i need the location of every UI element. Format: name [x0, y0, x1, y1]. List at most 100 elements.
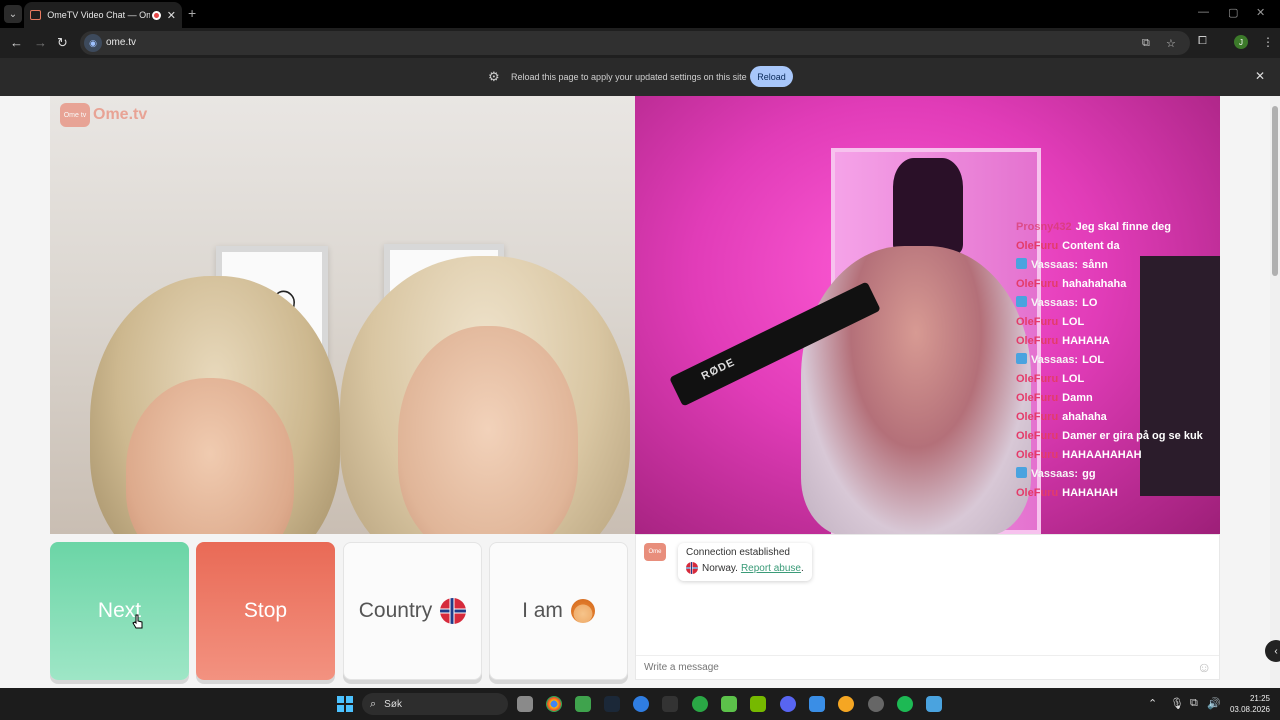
clock-date: 03.08.2026	[1229, 705, 1270, 714]
tab-close-button[interactable]: ✕	[167, 9, 176, 22]
next-button[interactable]: Next	[50, 542, 189, 680]
start-button-icon[interactable]	[337, 696, 353, 712]
streamer-figure	[801, 246, 1031, 534]
taskbar-search[interactable]: ⌕ Søk	[362, 693, 508, 715]
microphone-icon[interactable]: 🎙	[1170, 697, 1184, 710]
stream-chat-text: LOL	[1062, 373, 1085, 385]
steam-icon[interactable]	[604, 696, 620, 712]
browser-menu-icon[interactable]: ⋮	[1262, 35, 1274, 49]
network-icon[interactable]: ⧉	[1190, 697, 1198, 710]
emoji-picker-icon[interactable]: ☺	[1197, 659, 1211, 675]
obs-icon[interactable]	[868, 696, 884, 712]
stream-chat-overlay: Prosny432 Jeg skal finne deg OleFuru Conten…	[1016, 220, 1212, 505]
browser-tab[interactable]: OmeTV Video Chat — Ome ✕	[24, 2, 182, 28]
app-lightblue-icon[interactable]	[926, 696, 942, 712]
infobar-close-button[interactable]: ✕	[1255, 69, 1265, 83]
windows-taskbar: ⌕ Søk ⌃ 🎙 ⧉ 🔊 21:25 03.08.2026	[0, 688, 1280, 720]
new-tab-button[interactable]: +	[188, 5, 196, 21]
scrollbar-thumb[interactable]	[1272, 106, 1278, 276]
capcut-icon[interactable]	[662, 696, 678, 712]
discord-icon[interactable]	[780, 696, 796, 712]
stop-button[interactable]: Stop	[196, 542, 335, 680]
task-view-icon[interactable]	[517, 696, 533, 712]
stream-chat-line: Vassaas: gg	[1016, 467, 1212, 481]
close-window-button[interactable]: ✕	[1256, 6, 1265, 19]
message-input[interactable]	[636, 655, 1219, 679]
stream-chat-line: OleFuru LOL	[1016, 372, 1212, 386]
url-text[interactable]: ome.tv	[106, 37, 136, 48]
tray-chevron-icon[interactable]: ⌃	[1148, 697, 1157, 710]
stream-chat-username: OleFuru	[1016, 449, 1059, 461]
omnibox[interactable]: ◉ ome.tv ⧉ ☆	[80, 31, 1190, 55]
photos-icon[interactable]	[809, 696, 825, 712]
stream-chat-username: Prosny432	[1016, 221, 1072, 233]
gender-button[interactable]: I am	[489, 542, 628, 680]
stream-chat-username: OleFuru	[1016, 430, 1059, 442]
country-button[interactable]: Country	[343, 542, 482, 680]
ometv-favicon-icon	[30, 10, 42, 20]
app-blue-icon[interactable]	[633, 696, 649, 712]
stream-chat-text: HAHAHAH	[1062, 487, 1118, 499]
chat-panel: Ome Connection established Norway. Repor…	[635, 534, 1220, 680]
volume-icon[interactable]: 🔊	[1207, 697, 1221, 710]
tab-search-button[interactable]: ⌄	[4, 5, 22, 23]
nvidia-icon[interactable]	[750, 696, 766, 712]
stream-chat-line: OleFuru Content da	[1016, 239, 1212, 253]
boy-emoji-icon	[570, 599, 595, 623]
stream-chat-username: OleFuru	[1016, 392, 1059, 404]
stream-chat-line: OleFuru Damer er gira på og se kuk	[1016, 429, 1212, 443]
minecraft-icon[interactable]	[575, 696, 591, 712]
bookmark-star-icon[interactable]: ☆	[1166, 37, 1176, 50]
app-lime-icon[interactable]	[721, 696, 737, 712]
minimize-button[interactable]: —	[1198, 6, 1209, 18]
stream-chat-line: OleFuru hahahahaha	[1016, 277, 1212, 291]
site-info-icon[interactable]: ◉	[84, 34, 102, 52]
stream-chat-line: Vassaas: sånn	[1016, 258, 1212, 272]
stream-chat-text: Content da	[1062, 240, 1120, 252]
stream-chat-line: OleFuru HAHAHAH	[1016, 486, 1212, 500]
forward-icon[interactable]: →	[34, 35, 47, 50]
spotify-icon[interactable]	[897, 696, 913, 712]
norway-flag-icon	[440, 598, 467, 624]
ometv-chat-avatar-icon: Ome	[644, 543, 666, 561]
mic-brand-label: RØDE	[699, 356, 738, 383]
stream-chat-text: gg	[1082, 468, 1096, 480]
norway-flag-small-icon	[686, 562, 698, 574]
stream-chat-text: ahahaha	[1062, 411, 1107, 423]
stream-chat-text: LO	[1082, 297, 1098, 309]
back-icon[interactable]: ←	[10, 35, 23, 50]
stop-button-label: Stop	[243, 599, 288, 622]
app-green-icon[interactable]	[692, 696, 708, 712]
stream-chat-line: Vassaas: LO	[1016, 296, 1212, 310]
ometv-logo: Ome tv Ome.tv	[60, 103, 147, 127]
app-orange-icon[interactable]	[838, 696, 854, 712]
stream-chat-username: OleFuru	[1016, 278, 1059, 290]
profile-avatar[interactable]: J	[1234, 35, 1248, 49]
side-panel-toggle-icon[interactable]: ‹	[1265, 640, 1280, 662]
system-clock[interactable]: 21:25 03.08.2026	[1226, 693, 1270, 715]
stream-chat-line: OleFuru HAHAAHAHAH	[1016, 448, 1212, 462]
stream-chat-username: OleFuru	[1016, 487, 1059, 499]
refresh-icon[interactable]: ↻	[57, 35, 68, 51]
connection-message: Connection established Norway. Report ab…	[678, 543, 812, 581]
infobar-message: Reload this page to apply your updated s…	[511, 72, 747, 82]
stream-chat-username: OleFuru	[1016, 411, 1059, 423]
report-abuse-link[interactable]: Report abuse	[741, 563, 801, 574]
reload-button[interactable]: Reload	[750, 66, 793, 87]
stream-chat-username: Vassaas:	[1031, 468, 1079, 480]
connection-status-text: Connection established	[686, 547, 790, 558]
stream-chat-text: hahahahaha	[1062, 278, 1127, 290]
maximize-button[interactable]: ▢	[1228, 6, 1238, 19]
stream-chat-text: Damn	[1062, 392, 1093, 404]
page-scrollbar[interactable]	[1270, 96, 1280, 688]
stream-chat-text: LOL	[1062, 316, 1085, 328]
stream-chat-line: Vassaas: LOL	[1016, 353, 1212, 367]
stream-chat-text: Jeg skal finne deg	[1075, 221, 1172, 233]
install-app-icon[interactable]: ⧉	[1142, 37, 1150, 50]
figure-silhouette	[893, 158, 963, 254]
mod-badge-icon	[1016, 258, 1027, 269]
chrome-icon[interactable]	[546, 696, 562, 712]
ometv-logo-text: Ome.tv	[93, 106, 148, 123]
mod-badge-icon	[1016, 353, 1027, 364]
extensions-icon[interactable]: ⧠	[1198, 35, 1207, 48]
